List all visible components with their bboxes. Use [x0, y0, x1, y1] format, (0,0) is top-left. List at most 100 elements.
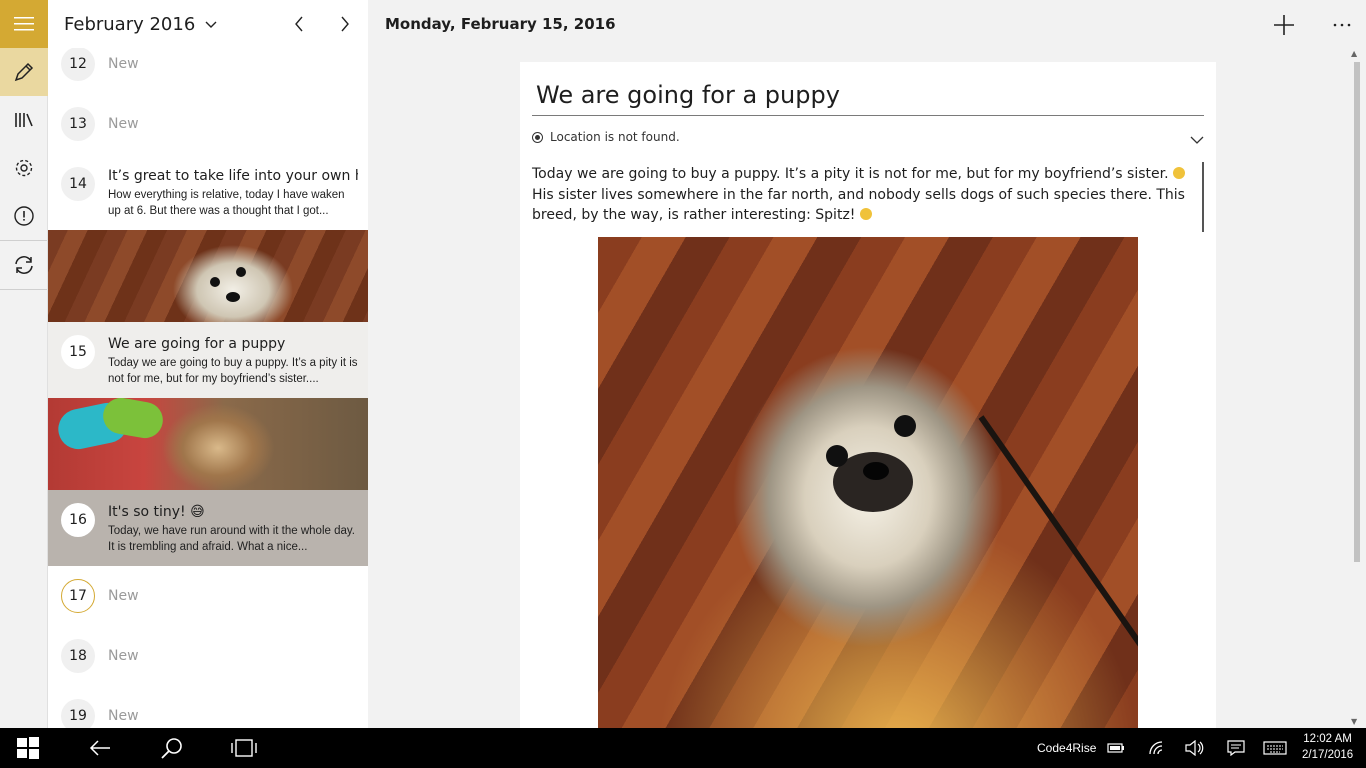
puppy-eye [236, 267, 246, 277]
task-view-icon [231, 739, 257, 757]
clock-time: 12:02 AM [1303, 733, 1352, 745]
new-entry-label: New [108, 708, 139, 724]
clock[interactable]: 12:02 AM 2/17/2016 [1302, 731, 1353, 763]
day-number: 14 [61, 167, 95, 201]
next-month-button[interactable] [335, 14, 355, 34]
location-icon [532, 131, 543, 143]
nav-rail [0, 0, 48, 728]
rail-write-button[interactable] [0, 48, 48, 96]
vertical-scrollbar[interactable] [1354, 62, 1360, 562]
list-item: 16 It's so tiny! 😅 Today, we have run ar… [48, 490, 368, 566]
new-entry-label: New [108, 648, 139, 664]
location-row[interactable]: Location is not found. [532, 130, 680, 144]
more-icon [1333, 23, 1351, 27]
start-button[interactable] [16, 736, 40, 760]
entry-preview: Today, we have run around with it the wh… [108, 525, 355, 553]
keyboard-icon [1263, 741, 1287, 755]
puppy-eye [894, 415, 916, 437]
scroll-up-arrow[interactable]: ▲ [1351, 49, 1357, 58]
page-title: Monday, February 15, 2016 [385, 15, 616, 33]
text-scroll-indicator [1202, 162, 1204, 232]
day-number: 19 [61, 699, 95, 728]
list-item[interactable]: 14 It’s great to take life into your own… [48, 162, 368, 226]
back-button[interactable] [88, 736, 112, 760]
network-button[interactable] [1147, 736, 1167, 760]
entry-body-text[interactable]: Today we are going to buy a puppy. It’s … [532, 164, 1192, 226]
month-selector[interactable]: February 2016 [64, 14, 217, 35]
touch-keyboard-button[interactable] [1263, 736, 1287, 760]
sync-icon [15, 256, 33, 274]
taskbar: Code4Rise 12:02 AM 2/17/2016 [0, 728, 1366, 768]
hamburger-menu-button[interactable] [0, 0, 48, 48]
pencil-icon [14, 62, 34, 82]
new-entry-label: New [108, 588, 139, 604]
search-button[interactable] [160, 736, 184, 760]
entry-view: Monday, February 15, 2016 Location is no… [369, 0, 1366, 728]
plus-icon [1274, 15, 1294, 35]
list-item[interactable]: 16 It's so tiny! 😅 Today, we have run ar… [48, 490, 368, 566]
prev-month-button[interactable] [289, 14, 309, 34]
volume-button[interactable] [1185, 736, 1205, 760]
tray-label[interactable]: Code4Rise [1037, 741, 1096, 755]
worried-emoji-icon [1173, 167, 1185, 179]
rail-library-button[interactable] [0, 96, 48, 144]
entry-editor: Location is not found. Today we are goin… [520, 62, 1216, 728]
windows-icon [17, 737, 39, 759]
entry-list: February 2016 12 New 13 New 14 It’s grea… [48, 0, 368, 728]
rail-settings-button[interactable] [0, 144, 48, 192]
entry-thumbnail-puppy[interactable] [48, 230, 368, 322]
new-entry-label: New [108, 116, 139, 132]
chevron-right-icon [341, 16, 349, 32]
location-expand-button[interactable] [1190, 130, 1204, 149]
alert-icon [14, 206, 34, 226]
clock-date: 2/17/2016 [1302, 749, 1354, 761]
day-number: 18 [61, 639, 95, 673]
entry-title: It’s great to take life into your own ha [108, 168, 358, 184]
body-paragraph: Today we are going to buy a puppy. It’s … [532, 166, 1169, 182]
more-options-button[interactable] [1329, 12, 1355, 38]
wifi-icon [1149, 741, 1163, 755]
list-item[interactable]: 19 New [48, 699, 368, 728]
day-number: 17 [61, 579, 95, 613]
list-item-today[interactable]: 17 New [48, 579, 368, 615]
entry-title-input[interactable] [532, 74, 1204, 116]
list-header: February 2016 [48, 0, 368, 48]
add-entry-button[interactable] [1271, 12, 1297, 38]
hamburger-icon [14, 17, 34, 31]
scroll-down-arrow[interactable]: ▼ [1351, 717, 1357, 726]
day-number: 15 [61, 335, 95, 369]
puppy-nose [863, 462, 889, 480]
action-center-button[interactable] [1226, 736, 1246, 760]
speaker-icon [1185, 740, 1204, 756]
day-number: 12 [61, 47, 95, 81]
chevron-left-icon [295, 16, 303, 32]
back-arrow-icon [89, 740, 110, 756]
list-item[interactable]: 18 New [48, 639, 368, 675]
entry-photo-puppy[interactable] [598, 237, 1138, 728]
search-icon [161, 738, 182, 759]
list-item-selected[interactable]: 15 We are going for a puppy Today we are… [48, 322, 368, 398]
chevron-down-icon [1190, 136, 1204, 144]
body-paragraph: His sister lives somewhere in the far no… [532, 186, 1185, 224]
list-item[interactable]: 12 New [48, 47, 368, 83]
smile-emoji-icon [859, 208, 872, 220]
battery-button[interactable] [1106, 736, 1126, 760]
gear-icon [15, 159, 33, 177]
location-text: Location is not found. [550, 130, 680, 144]
new-entry-label: New [108, 56, 139, 72]
notification-icon [1227, 740, 1245, 756]
day-number: 13 [61, 107, 95, 141]
list-item[interactable]: 13 New [48, 107, 368, 143]
rail-sync-button[interactable] [0, 241, 48, 289]
chevron-down-icon [205, 21, 217, 28]
rail-info-button[interactable] [0, 192, 48, 240]
day-number: 16 [61, 503, 95, 537]
task-view-button[interactable] [231, 736, 257, 760]
rail-divider [0, 289, 47, 290]
month-label: February 2016 [64, 14, 196, 35]
puppy-eye [210, 277, 220, 287]
entry-preview: How everything is relative, today I have… [108, 189, 345, 217]
entry-thumbnail-tiny[interactable] [48, 398, 368, 490]
library-icon [15, 113, 33, 127]
entry-title: It's so tiny! 😅 [108, 504, 205, 520]
